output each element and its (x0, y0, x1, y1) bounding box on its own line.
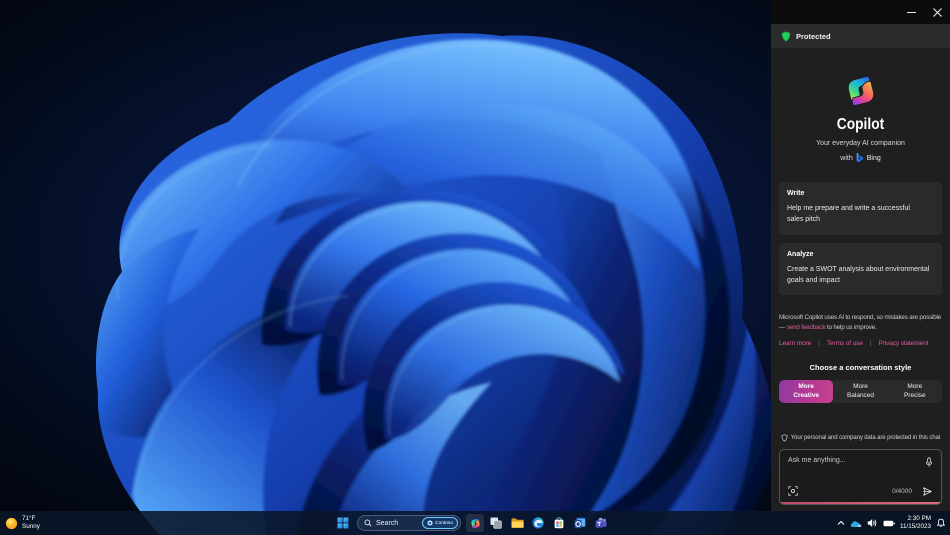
bing-icon (856, 153, 863, 163)
desktop: Protected Copilot Your everyday AI compa… (0, 0, 950, 535)
search-label: Search (376, 519, 399, 527)
close-button[interactable] (924, 0, 950, 24)
weather-temp: 71°F (22, 514, 36, 522)
copilot-app-icon (470, 517, 480, 529)
weather-text: 71°F Sunny (22, 515, 40, 532)
search-box[interactable]: Search Contoso (357, 515, 461, 531)
disclaimer-line2: — send feedback to help us improve. (779, 323, 942, 333)
battery-icon[interactable] (883, 520, 895, 527)
card-title: Analyze (787, 250, 814, 258)
outlook-icon[interactable] (571, 514, 589, 532)
sun-icon (5, 517, 18, 529)
conversation-style-title: Choose a conversation style (809, 362, 912, 372)
terms-of-use-link[interactable]: Terms of use (827, 340, 863, 347)
search-company-badge[interactable]: Contoso (422, 517, 458, 529)
start-button[interactable] (334, 514, 352, 532)
privacy-note: Your personal and company data are prote… (779, 433, 942, 442)
style-more-precise[interactable]: More Precise (888, 380, 942, 403)
link-divider: | (818, 339, 820, 347)
suggestion-card-analyze[interactable]: Analyze Create a SWOT analysis about env… (779, 242, 942, 296)
privacy-statement-link[interactable]: Privacy statement (878, 340, 928, 347)
taskbar: 71°F Sunny Search Contoso 2:30 PM 11/15/… (0, 511, 950, 535)
weather-condition: Sunny (22, 523, 40, 530)
taskbar-center: Search Contoso (334, 511, 610, 535)
shield-icon (781, 31, 791, 41)
store-icon[interactable] (550, 514, 568, 532)
visual-search-icon[interactable] (788, 486, 798, 496)
suggestion-card-write[interactable]: Write Help me prepare and write a succes… (779, 182, 942, 235)
with-bing-row: with Bing (779, 153, 942, 163)
search-icon (364, 519, 372, 527)
weather-widget[interactable]: 71°F Sunny (5, 511, 40, 535)
footer-links: Learn more | Terms of use | Privacy stat… (779, 340, 942, 347)
with-label: with (840, 154, 853, 162)
edge-icon[interactable] (529, 514, 547, 532)
microphone-icon[interactable] (925, 456, 933, 468)
card-text: Help me prepare and write a successful s… (787, 205, 910, 223)
tray-chevron-icon[interactable] (837, 520, 845, 526)
protected-bar: Protected (771, 24, 950, 48)
clock-date: 11/15/2023 (899, 523, 931, 530)
chat-input-bottom-row: 0/4000 (788, 486, 933, 497)
style-more-creative[interactable]: More Creative (779, 379, 834, 403)
copilot-titlebar (771, 0, 950, 24)
copilot-logo-icon (847, 75, 874, 107)
taskbar-copilot-icon[interactable] (466, 514, 484, 532)
char-counter: 0/4000 (892, 487, 912, 495)
segment-line2: Balanced (846, 392, 875, 399)
segment-line2: Creative (793, 392, 819, 399)
bing-label: Bing (866, 154, 881, 162)
notification-bell-icon[interactable] (936, 518, 946, 528)
protected-label: Protected (796, 31, 831, 41)
disclaimer-line1: Microsoft Copilot uses AI to respond, so… (779, 314, 942, 322)
shield-outline-icon (781, 433, 788, 441)
teams-icon[interactable] (592, 514, 610, 532)
style-more-balanced[interactable]: More Balanced (833, 380, 887, 403)
disclaimer-dash: — (779, 324, 787, 332)
system-tray: 2:30 PM 11/15/2023 (837, 511, 946, 535)
send-feedback-link[interactable]: send feedback (787, 324, 826, 331)
ai-disclaimer: Microsoft Copilot uses AI to respond, so… (779, 313, 942, 333)
company-badge-label: Contoso (435, 520, 453, 526)
windows-logo-icon (337, 517, 349, 529)
copilot-panel: Protected Copilot Your everyday AI compa… (771, 0, 950, 511)
segment-line1: More (798, 382, 814, 390)
company-logo-icon (427, 520, 433, 526)
folder-icon (511, 518, 524, 528)
chat-input[interactable]: Ask me anything... 0/4000 (779, 448, 942, 505)
clock-time: 2:30 PM (907, 514, 931, 522)
input-accent-underline (780, 501, 941, 504)
minimize-button[interactable] (898, 0, 924, 24)
taskbar-clock[interactable]: 2:30 PM 11/15/2023 (900, 515, 931, 532)
copilot-title: Copilot (836, 116, 885, 133)
card-text: Create a SWOT analysis about environment… (787, 265, 930, 284)
chat-input-top-row: Ask me anything... (788, 457, 933, 468)
disclaimer-line2-suffix: to help us improve. (825, 324, 877, 332)
copilot-tagline: Your everyday AI companion (816, 140, 905, 147)
send-icon[interactable] (922, 486, 933, 497)
task-view-icon[interactable] (487, 514, 505, 532)
link-divider: | (869, 339, 872, 347)
copilot-body: Copilot Your everyday AI companion with … (771, 48, 950, 511)
segment-line1: More (907, 382, 923, 390)
close-icon (932, 7, 942, 17)
edge-logo-icon (532, 517, 544, 529)
copilot-logo (779, 72, 942, 110)
card-title: Write (787, 190, 805, 197)
conversation-style-switcher: More Creative More Balanced More Precise (779, 379, 942, 403)
outlook-logo-icon (574, 517, 586, 529)
onedrive-status-icon[interactable] (850, 519, 862, 528)
volume-icon[interactable] (867, 518, 878, 528)
segment-line2: Precise (903, 392, 926, 399)
minimize-icon (906, 11, 916, 13)
teams-logo-icon (595, 517, 607, 528)
chat-input-placeholder: Ask me anything... (788, 456, 846, 464)
store-bag-icon (554, 517, 564, 529)
learn-more-link[interactable]: Learn more (779, 340, 811, 347)
segment-line1: More (853, 382, 868, 390)
file-explorer-icon[interactable] (508, 514, 526, 532)
task-view-glyph-icon (490, 517, 502, 529)
privacy-note-text: Your personal and company data are prote… (790, 434, 941, 441)
